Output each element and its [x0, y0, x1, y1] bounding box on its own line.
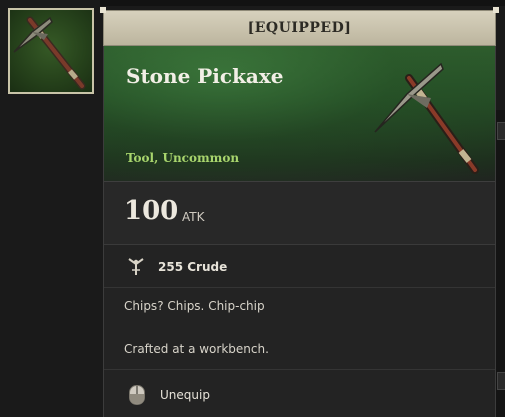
attack-label: ATK [182, 210, 205, 224]
side-tab[interactable] [497, 122, 505, 140]
unequip-action[interactable]: Unequip [104, 376, 495, 416]
background-edge [100, 0, 505, 6]
unequip-label[interactable]: Unequip [160, 388, 210, 402]
tooltip-header: Stone Pickaxe Tool, Uncommon [104, 46, 495, 182]
mouse-button-icon [129, 385, 145, 405]
item-description: Chips? Chips. Chip-chip [124, 299, 265, 313]
item-tooltip: Stone Pickaxe Tool, Uncommon 100 ATK 255… [103, 46, 496, 417]
cost-row: 255 Crude [104, 245, 495, 288]
crude-resource-icon [128, 258, 144, 275]
pickaxe-icon [13, 16, 86, 90]
equipped-label: [EQUIPPED] [247, 20, 352, 36]
equipped-banner: [EQUIPPED] [100, 7, 499, 46]
background-panel [496, 110, 505, 417]
stat-row: 100 ATK [104, 182, 495, 245]
cost-text: 255 Crude [158, 260, 228, 274]
item-type-rarity: Tool, Uncommon [126, 151, 240, 165]
attack-value: 100 [124, 196, 179, 226]
divider [104, 369, 495, 370]
item-name: Stone Pickaxe [126, 64, 284, 88]
side-tab[interactable] [497, 372, 505, 390]
crafting-info: Crafted at a workbench. [124, 342, 269, 356]
pickaxe-icon [374, 62, 479, 174]
inventory-slot-equipped[interactable] [8, 8, 94, 94]
